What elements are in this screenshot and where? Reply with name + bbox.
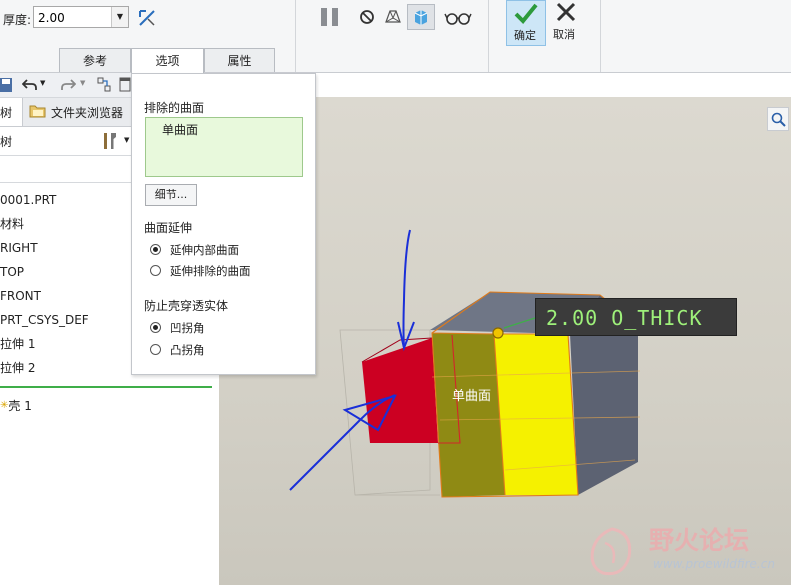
pause-icon[interactable]: [319, 6, 341, 28]
dimension-tag-value[interactable]: 2.00 O_THICK: [546, 306, 703, 330]
convex-corner-label[interactable]: 凸拐角: [170, 342, 205, 358]
geometry-preview-icon[interactable]: [382, 6, 404, 28]
thickness-field[interactable]: ▼: [33, 6, 129, 28]
tab-folder-browser[interactable]: 文件夹浏览器: [24, 98, 132, 126]
details-button[interactable]: 细节...: [145, 184, 197, 206]
annotation-stroke: [397, 321, 415, 352]
cancel-button[interactable]: 取消: [552, 0, 584, 46]
watermark-logo-icon: [590, 527, 632, 576]
prevent-penetration-label: 防止壳穿透实体: [144, 299, 229, 313]
watermark-name: 野火论坛: [649, 526, 750, 555]
tab-properties[interactable]: 属性: [204, 48, 275, 72]
tree-item-front[interactable]: FRONT: [0, 287, 41, 305]
tab-references[interactable]: 参考: [59, 48, 131, 72]
tab-model-tree[interactable]: 树: [0, 98, 23, 126]
close-icon: [556, 2, 576, 22]
thickness-label: 厚度:: [3, 13, 32, 27]
feature-preview-button[interactable]: [407, 4, 435, 30]
options-panel: 排除的曲面 单曲面 细节... 曲面延伸 延伸内部曲面 延伸排除的曲面 防止壳穿…: [131, 73, 316, 375]
tree-item-extrude-2[interactable]: 拉伸 2: [0, 359, 35, 377]
checkmark-icon: [514, 3, 538, 24]
dimension-tag[interactable]: 2.00 O_THICK: [535, 298, 737, 336]
tree-item-shell[interactable]: ✳壳 1: [0, 397, 32, 415]
ribbon-separator: [488, 0, 489, 72]
magnifier-icon: [771, 112, 786, 127]
surface-label: 单曲面: [452, 389, 492, 404]
undo-icon[interactable]: [22, 78, 38, 92]
tree-item-csys[interactable]: PRT_CSYS_DEF: [0, 311, 89, 329]
tree-item-top[interactable]: TOP: [0, 263, 24, 281]
concave-corner-radio[interactable]: [150, 322, 161, 333]
extend-excluded-label[interactable]: 延伸排除的曲面: [170, 263, 251, 279]
tools-icon[interactable]: [100, 131, 120, 151]
feature-preview-icon: [414, 10, 428, 25]
window-icon[interactable]: [119, 77, 131, 93]
folder-icon: [29, 105, 46, 118]
tab-folder-browser-label: 文件夹浏览器: [51, 106, 124, 120]
ribbon: 厚度: ▼ 确定: [0, 0, 791, 73]
cancel-label: 取消: [553, 28, 575, 41]
tree-header-label: 树: [0, 135, 13, 149]
excluded-surface-item[interactable]: 单曲面: [162, 121, 198, 138]
tree-item-extrude-1[interactable]: 拉伸 1: [0, 335, 35, 353]
tree-item-part[interactable]: 0001.PRT: [0, 191, 56, 209]
box-front-face[interactable]: [494, 334, 578, 495]
regenerate-icon[interactable]: [97, 77, 111, 93]
chevron-down-icon[interactable]: ▼: [80, 79, 85, 87]
ribbon-separator: [600, 0, 601, 72]
tree-item-shell-label: 壳 1: [8, 399, 32, 413]
extend-internal-label[interactable]: 延伸内部曲面: [170, 242, 239, 258]
concave-corner-label[interactable]: 凹拐角: [170, 320, 205, 336]
ok-button[interactable]: 确定: [506, 0, 546, 46]
tree-item-material[interactable]: 材料: [0, 215, 24, 233]
extend-excluded-radio[interactable]: [150, 265, 161, 276]
redo-icon[interactable]: [60, 78, 76, 92]
tab-options[interactable]: 选项: [131, 48, 204, 73]
drag-handle[interactable]: [492, 327, 504, 339]
extend-internal-radio[interactable]: [150, 244, 161, 255]
no-preview-icon[interactable]: [356, 6, 378, 28]
chevron-down-icon[interactable]: ▼: [40, 79, 45, 87]
box-inner-face[interactable]: [432, 333, 505, 497]
zoom-button[interactable]: [767, 107, 789, 131]
thickness-dropdown[interactable]: ▼: [111, 7, 128, 27]
convex-corner-radio[interactable]: [150, 344, 161, 355]
flip-direction-icon[interactable]: [137, 8, 157, 28]
tree-item-right[interactable]: RIGHT: [0, 239, 38, 257]
thickness-input[interactable]: [36, 8, 116, 28]
excluded-surfaces-collector[interactable]: 单曲面: [145, 117, 303, 177]
chevron-down-icon[interactable]: ▼: [124, 136, 129, 144]
ok-label: 确定: [514, 29, 536, 42]
excluded-surfaces-label: 排除的曲面: [144, 101, 205, 115]
ribbon-separator: [295, 0, 296, 72]
save-icon[interactable]: [0, 77, 14, 93]
surface-extend-label: 曲面延伸: [144, 221, 193, 235]
verify-glasses-icon[interactable]: [444, 6, 472, 28]
tab-model-tree-label: 树: [0, 106, 13, 120]
watermark: 野火论坛 www.proewildfire.cn: [579, 519, 791, 585]
watermark-url: www.proewildfire.cn: [653, 557, 775, 571]
insert-here-line[interactable]: [0, 386, 212, 388]
